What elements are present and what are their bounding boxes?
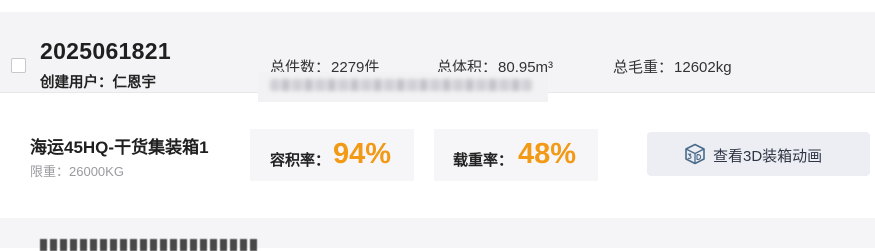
weight-limit-label: 限重： (30, 164, 70, 179)
total-weight: 总毛重：12602kg (613, 56, 732, 77)
volume-rate-value: 94% (333, 138, 392, 170)
container-card: 海运45HQ-干货集装箱1 限重：26000KG 容积率： 94% 载重率： 4… (0, 108, 875, 200)
total-weight-label: 总毛重： (613, 59, 674, 76)
3d-box-icon (683, 142, 707, 166)
weight-limit-value: 26000KG (69, 164, 124, 179)
blurred-text (270, 79, 532, 91)
blurred-details (258, 72, 548, 102)
next-plan-title-clipped (40, 239, 260, 251)
container-name: 海运45HQ-干货集装箱1 (30, 138, 209, 157)
volume-rate-label: 容积率： (270, 152, 331, 169)
volume-rate-box: 容积率： 94% (250, 129, 414, 181)
load-rate-value: 48% (518, 138, 577, 170)
view-3d-animation-label: 查看3D装箱动画 (713, 148, 823, 165)
creator-info: 创建用户：仁恩宇 (40, 71, 156, 92)
plan-select-checkbox[interactable] (11, 58, 26, 73)
plan-number: 2025061821 (40, 38, 171, 64)
creator-label: 创建用户： (40, 75, 113, 91)
view-3d-animation-button[interactable]: 查看3D装箱动画 (647, 132, 870, 176)
plan-header: 2025061821 创建用户：仁恩宇 总件数：2279件 总体积：80.95m… (0, 12, 875, 102)
load-rate-label: 载重率： (453, 152, 514, 169)
next-plan-card-partial (0, 218, 875, 251)
creator-name: 仁恩宇 (112, 75, 157, 91)
load-rate-box: 载重率： 48% (434, 129, 598, 181)
weight-limit: 限重：26000KG (30, 161, 124, 180)
total-weight-value: 12602kg (674, 59, 732, 76)
